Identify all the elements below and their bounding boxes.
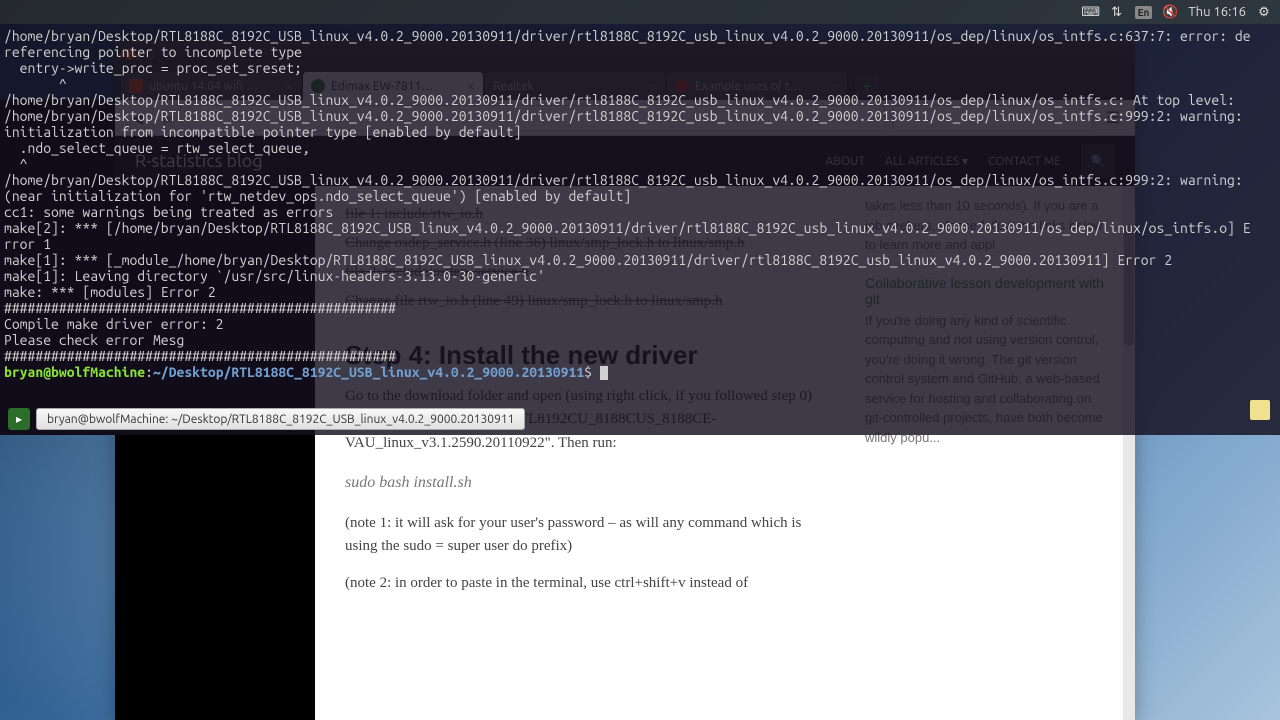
- terminal-cursor: [600, 366, 608, 380]
- terminal-line: /home/bryan/Desktop/RTL8188C_8192C_USB_l…: [4, 172, 1251, 188]
- volume-icon[interactable]: 🔇: [1162, 4, 1178, 20]
- terminal-line: .ndo_select_queue = rtw_select_queue,: [4, 140, 310, 156]
- terminal-line: referencing pointer to incomplete type: [4, 44, 302, 60]
- terminal-line: (near initialization for 'rtw_netdev_ops…: [4, 188, 631, 204]
- sticky-note-icon[interactable]: [1250, 400, 1270, 420]
- terminal-line: ########################################…: [4, 348, 396, 364]
- prompt-user: bryan@bwolfMachine: [4, 364, 145, 380]
- terminal-line: ^: [4, 156, 28, 172]
- command-text: sudo bash install.sh: [345, 471, 825, 496]
- clock[interactable]: Thu 16:16: [1188, 5, 1246, 19]
- terminal-line: ^: [4, 76, 67, 92]
- terminal-line: make[1]: Leaving directory `/usr/src/lin…: [4, 268, 545, 284]
- terminal-line: make: *** [modules] Error 2: [4, 284, 216, 300]
- terminal-line: ########################################…: [4, 300, 396, 316]
- terminal-line: entry->write_proc = proc_set_sreset;: [4, 60, 302, 76]
- gear-icon[interactable]: ⚙: [1256, 4, 1272, 20]
- terminal-line: make[1]: *** [_module_/home/bryan/Deskto…: [4, 252, 1172, 268]
- terminal-line: Please check error Mesg: [4, 332, 184, 348]
- terminal-line: /home/bryan/Desktop/RTL8188C_8192C_USB_l…: [4, 108, 1251, 124]
- network-icon[interactable]: ⇅: [1109, 4, 1125, 20]
- article-note-1: (note 1: it will ask for your user's pas…: [345, 512, 825, 559]
- terminal-line: rror 1: [4, 236, 51, 252]
- window-taskbar: ▸ bryan@bwolfMachine: ~/Desktop/RTL8188C…: [8, 407, 525, 431]
- keyboard-icon[interactable]: ⌨: [1083, 4, 1099, 20]
- prompt-path: ~/Desktop/RTL8188C_8192C_USB_linux_v4.0.…: [153, 364, 584, 380]
- terminal-line: make[2]: *** [/home/bryan/Desktop/RTL818…: [4, 220, 1251, 236]
- gnome-menubar: ⌨ ⇅ En 🔇 Thu 16:16 ⚙: [0, 0, 1280, 24]
- terminal-window[interactable]: /home/bryan/Desktop/RTL8188C_8192C_USB_l…: [0, 24, 1280, 435]
- terminal-line: /home/bryan/Desktop/RTL8188C_8192C_USB_l…: [4, 28, 1251, 44]
- terminal-app-icon[interactable]: ▸: [8, 408, 30, 430]
- article-note-2: (note 2: in order to paste in the termin…: [345, 572, 825, 595]
- terminal-line: cc1: some warnings being treated as erro…: [4, 204, 333, 220]
- terminal-line: Compile make driver error: 2: [4, 316, 224, 332]
- language-indicator[interactable]: En: [1135, 6, 1153, 19]
- terminal-line: initialization from incompatible pointer…: [4, 124, 521, 140]
- terminal-line: /home/bryan/Desktop/RTL8188C_8192C_USB_l…: [4, 92, 1235, 108]
- taskbar-window-title[interactable]: bryan@bwolfMachine: ~/Desktop/RTL8188C_8…: [36, 408, 525, 430]
